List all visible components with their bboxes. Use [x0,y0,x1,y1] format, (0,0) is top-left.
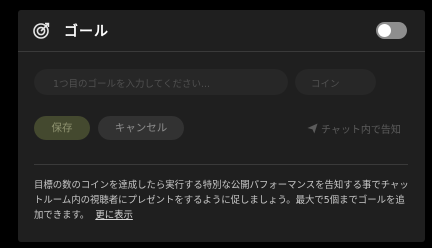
toggle-knob [378,24,391,37]
more-link[interactable]: 更に表示 [95,210,133,221]
coin-input[interactable]: コイン [295,69,376,95]
send-icon [307,123,318,134]
goal-toggle[interactable] [376,22,407,39]
divider [34,164,408,165]
announce-label: チャット内で告知 [321,125,401,136]
panel-title: ゴール [64,24,109,40]
goal-panel: ゴール 1つ目のゴールを入力してください... コイン 保存 キャンセル チャッ… [18,10,425,242]
announce-in-chat-button[interactable]: チャット内で告知 [307,121,401,136]
target-icon [33,22,50,39]
panel-header: ゴール [18,10,425,52]
goal-input[interactable]: 1つ目のゴールを入力してください... [34,69,288,95]
description-text: 目標の数のコインを達成したら実行する特別な公開パフォーマンスを告知する事でチャッ… [34,180,409,221]
cancel-button[interactable]: キャンセル [98,116,184,140]
description: 目標の数のコインを達成したら実行する特別な公開パフォーマンスを告知する事でチャッ… [34,178,412,223]
save-button[interactable]: 保存 [34,116,90,140]
